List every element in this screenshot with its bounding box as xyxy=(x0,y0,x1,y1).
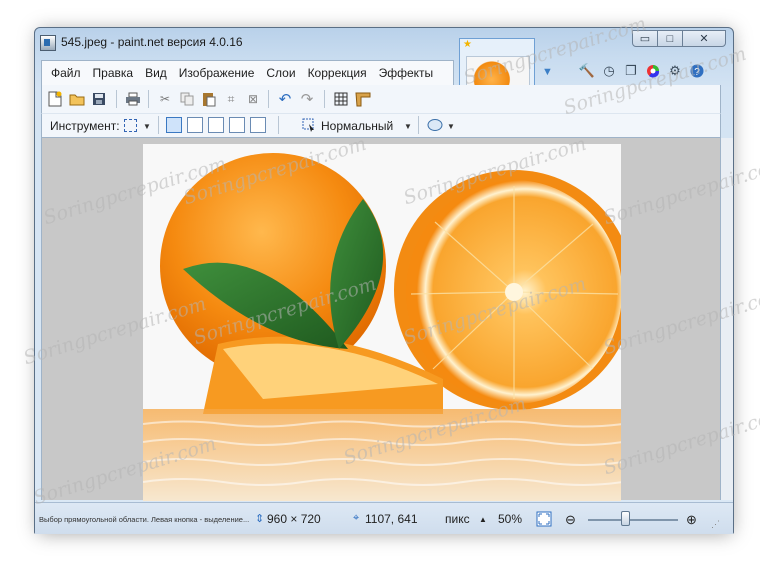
close-icon: ✕ xyxy=(699,33,709,45)
cursor-position: 1107, 641 xyxy=(365,512,418,526)
window-title: 545.jpeg - paint.net версия 4.0.16 xyxy=(61,35,243,49)
selection-invert-button[interactable] xyxy=(250,117,266,133)
app-window: 545.jpeg - paint.net версия 4.0.16 ▭ □ ✕… xyxy=(34,27,734,534)
app-icon xyxy=(40,35,56,51)
zoom-fit-icon[interactable] xyxy=(535,510,553,528)
status-hint: Выбор прямоугольной области. Левая кнопк… xyxy=(39,515,249,524)
print-icon[interactable] xyxy=(124,90,142,108)
tool-label: Инструмент: xyxy=(50,119,120,133)
units-select[interactable]: пикс xyxy=(445,512,470,526)
unsaved-star-icon: ★ xyxy=(463,39,472,50)
zoom-slider-track[interactable] xyxy=(588,519,678,521)
menu-bar: Файл Правка Вид Изображение Слои Коррекц… xyxy=(41,60,454,85)
help-icon[interactable]: ? xyxy=(687,61,707,81)
ruler-icon[interactable] xyxy=(354,90,372,108)
history-clock-icon[interactable]: ◷ xyxy=(599,61,619,81)
colors-wheel-icon[interactable] xyxy=(643,61,663,81)
window-controls: ▭ □ ✕ xyxy=(632,30,726,47)
selection-mode-icon[interactable] xyxy=(300,116,318,134)
svg-text:?: ? xyxy=(694,67,700,78)
units-dropdown-icon[interactable]: ▲ xyxy=(479,515,487,524)
grid-icon[interactable] xyxy=(332,90,350,108)
settings-hammer-icon[interactable]: 🔨 xyxy=(577,61,597,81)
deselect-icon[interactable]: ⊠ xyxy=(244,90,262,108)
thumbnail-dropdown-icon[interactable]: ▼ xyxy=(542,66,553,78)
vertical-scrollbar[interactable] xyxy=(721,138,733,500)
menu-edit[interactable]: Правка xyxy=(93,66,134,80)
resize-grip-icon[interactable]: ⋰ xyxy=(711,519,720,530)
save-icon[interactable] xyxy=(90,90,108,108)
new-file-icon[interactable] xyxy=(46,90,64,108)
maximize-button[interactable]: □ xyxy=(657,30,683,47)
copy-icon[interactable] xyxy=(178,90,196,108)
zoom-in-icon[interactable]: ⊕ xyxy=(686,512,697,528)
blend-mode-select[interactable]: Нормальный xyxy=(321,119,393,133)
selection-exclude-button[interactable] xyxy=(208,117,224,133)
blend-dropdown-icon[interactable]: ▼ xyxy=(404,122,412,131)
image-canvas[interactable] xyxy=(143,144,621,501)
zoom-level: 50% xyxy=(498,512,523,526)
toolbar-separator xyxy=(148,90,149,108)
window-tool-icons: 🔨 ◷ ❐ ⚙ ? xyxy=(575,61,707,81)
cut-icon[interactable]: ✂ xyxy=(156,90,174,108)
main-toolbar: ✂ ⌗ ⊠ ↶ ↷ xyxy=(41,85,721,113)
toolbar-separator xyxy=(418,116,419,134)
canvas-area[interactable] xyxy=(41,138,721,501)
menu-effects[interactable]: Эффекты xyxy=(379,66,434,80)
image-size: 960 × 720 xyxy=(267,512,321,526)
tool-dropdown-icon[interactable]: ▼ xyxy=(143,122,151,131)
minimize-icon: ▭ xyxy=(639,33,651,45)
redo-icon[interactable]: ↷ xyxy=(298,90,316,108)
cursor-position-icon: ⌖ xyxy=(353,512,360,524)
zoom-slider-thumb[interactable] xyxy=(621,511,630,526)
open-file-icon[interactable] xyxy=(68,90,86,108)
menu-file[interactable]: Файл xyxy=(51,66,81,80)
toolbar-separator xyxy=(158,116,159,134)
maximize-icon: □ xyxy=(666,32,674,45)
undo-icon[interactable]: ↶ xyxy=(276,90,294,108)
menu-view[interactable]: Вид xyxy=(145,66,167,80)
gear-icon[interactable]: ⚙ xyxy=(665,61,685,81)
orange-photo xyxy=(143,144,621,501)
paste-icon[interactable] xyxy=(200,90,218,108)
antialiasing-dropdown-icon[interactable]: ▼ xyxy=(447,122,455,131)
tool-options-bar: Инструмент: ▼ Нормальный ▼ ▼ xyxy=(41,113,721,138)
selection-replace-button[interactable] xyxy=(166,117,182,133)
toolbar-separator xyxy=(324,90,325,108)
selection-intersect-button[interactable] xyxy=(229,117,245,133)
antialiasing-icon[interactable] xyxy=(426,116,444,134)
rectangle-select-icon[interactable] xyxy=(124,119,137,132)
selection-union-button[interactable] xyxy=(187,117,203,133)
menu-layers[interactable]: Слои xyxy=(266,66,295,80)
layers-icon[interactable]: ❐ xyxy=(621,61,641,81)
menu-image[interactable]: Изображение xyxy=(179,66,255,80)
menu-adjustments[interactable]: Коррекция xyxy=(308,66,367,80)
minimize-button[interactable]: ▭ xyxy=(632,30,658,47)
title-bar[interactable]: 545.jpeg - paint.net версия 4.0.16 ▭ □ ✕ xyxy=(35,28,733,56)
crop-icon[interactable]: ⌗ xyxy=(222,90,240,108)
zoom-out-icon[interactable]: ⊖ xyxy=(565,512,576,528)
toolbar-separator xyxy=(278,116,279,134)
toolbar-separator xyxy=(116,90,117,108)
status-bar: Выбор прямоугольной области. Левая кнопк… xyxy=(35,502,733,534)
close-button[interactable]: ✕ xyxy=(682,30,726,47)
toolbar-separator xyxy=(268,90,269,108)
image-size-icon: ⇕ xyxy=(255,513,265,525)
